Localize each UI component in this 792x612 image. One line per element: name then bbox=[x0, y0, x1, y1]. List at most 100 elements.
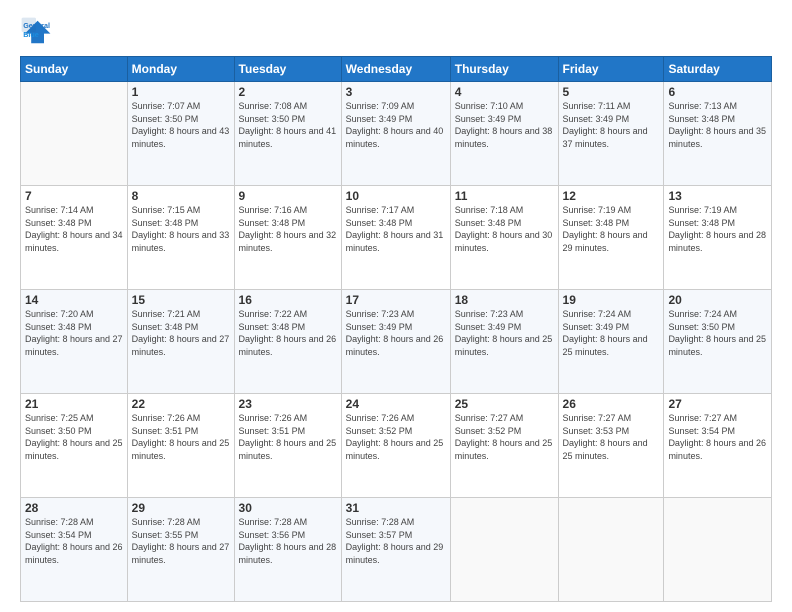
day-number: 21 bbox=[25, 397, 123, 411]
day-number: 8 bbox=[132, 189, 230, 203]
day-detail: Sunrise: 7:13 AMSunset: 3:48 PMDaylight:… bbox=[668, 101, 766, 149]
calendar-cell: 16 Sunrise: 7:22 AMSunset: 3:48 PMDayligh… bbox=[234, 290, 341, 394]
day-detail: Sunrise: 7:25 AMSunset: 3:50 PMDaylight:… bbox=[25, 413, 123, 461]
day-number: 29 bbox=[132, 501, 230, 515]
calendar-cell: 21 Sunrise: 7:25 AMSunset: 3:50 PMDayligh… bbox=[21, 394, 128, 498]
day-number: 7 bbox=[25, 189, 123, 203]
calendar-header-sunday: Sunday bbox=[21, 57, 128, 82]
day-number: 31 bbox=[346, 501, 446, 515]
calendar-cell: 6 Sunrise: 7:13 AMSunset: 3:48 PMDaylight… bbox=[664, 82, 772, 186]
day-detail: Sunrise: 7:28 AMSunset: 3:57 PMDaylight:… bbox=[346, 517, 444, 565]
svg-text:General: General bbox=[23, 21, 50, 30]
calendar-week-4: 21 Sunrise: 7:25 AMSunset: 3:50 PMDayligh… bbox=[21, 394, 772, 498]
day-number: 16 bbox=[239, 293, 337, 307]
day-detail: Sunrise: 7:23 AMSunset: 3:49 PMDaylight:… bbox=[346, 309, 444, 357]
svg-text:Blue: Blue bbox=[23, 30, 39, 39]
day-number: 23 bbox=[239, 397, 337, 411]
calendar-cell: 29 Sunrise: 7:28 AMSunset: 3:55 PMDayligh… bbox=[127, 498, 234, 602]
day-number: 19 bbox=[563, 293, 660, 307]
day-number: 1 bbox=[132, 85, 230, 99]
calendar-header-friday: Friday bbox=[558, 57, 664, 82]
day-detail: Sunrise: 7:26 AMSunset: 3:51 PMDaylight:… bbox=[132, 413, 230, 461]
calendar-cell: 18Sunrise: 7:23 AMSunset: 3:49 PMDayligh… bbox=[450, 290, 558, 394]
day-number: 14 bbox=[25, 293, 123, 307]
day-number: 13 bbox=[668, 189, 767, 203]
calendar-cell: 30 Sunrise: 7:28 AMSunset: 3:56 PMDayligh… bbox=[234, 498, 341, 602]
calendar-cell: 5Sunrise: 7:11 AMSunset: 3:49 PMDaylight… bbox=[558, 82, 664, 186]
calendar-header-thursday: Thursday bbox=[450, 57, 558, 82]
calendar-cell: 13 Sunrise: 7:19 AMSunset: 3:48 PMDayligh… bbox=[664, 186, 772, 290]
day-number: 9 bbox=[239, 189, 337, 203]
calendar-cell: 22 Sunrise: 7:26 AMSunset: 3:51 PMDayligh… bbox=[127, 394, 234, 498]
day-number: 5 bbox=[563, 85, 660, 99]
calendar-cell: 14 Sunrise: 7:20 AMSunset: 3:48 PMDayligh… bbox=[21, 290, 128, 394]
calendar-cell: 3 Sunrise: 7:09 AMSunset: 3:49 PMDaylight… bbox=[341, 82, 450, 186]
day-detail: Sunrise: 7:20 AMSunset: 3:48 PMDaylight:… bbox=[25, 309, 123, 357]
calendar-cell bbox=[21, 82, 128, 186]
day-number: 17 bbox=[346, 293, 446, 307]
day-number: 2 bbox=[239, 85, 337, 99]
calendar-cell: 31 Sunrise: 7:28 AMSunset: 3:57 PMDayligh… bbox=[341, 498, 450, 602]
day-number: 15 bbox=[132, 293, 230, 307]
calendar-cell: 15 Sunrise: 7:21 AMSunset: 3:48 PMDayligh… bbox=[127, 290, 234, 394]
day-detail: Sunrise: 7:10 AMSunset: 3:49 PMDaylight:… bbox=[455, 101, 553, 149]
calendar-cell bbox=[450, 498, 558, 602]
day-detail: Sunrise: 7:18 AMSunset: 3:48 PMDaylight:… bbox=[455, 205, 553, 253]
calendar-header-saturday: Saturday bbox=[664, 57, 772, 82]
day-detail: Sunrise: 7:26 AMSunset: 3:52 PMDaylight:… bbox=[346, 413, 444, 461]
calendar-week-2: 7 Sunrise: 7:14 AMSunset: 3:48 PMDaylight… bbox=[21, 186, 772, 290]
day-detail: Sunrise: 7:26 AMSunset: 3:51 PMDaylight:… bbox=[239, 413, 337, 461]
day-detail: Sunrise: 7:27 AMSunset: 3:53 PMDaylight:… bbox=[563, 413, 648, 461]
calendar-week-3: 14 Sunrise: 7:20 AMSunset: 3:48 PMDayligh… bbox=[21, 290, 772, 394]
day-number: 25 bbox=[455, 397, 554, 411]
day-detail: Sunrise: 7:15 AMSunset: 3:48 PMDaylight:… bbox=[132, 205, 230, 253]
calendar-cell: 10 Sunrise: 7:17 AMSunset: 3:48 PMDayligh… bbox=[341, 186, 450, 290]
calendar-cell: 7 Sunrise: 7:14 AMSunset: 3:48 PMDaylight… bbox=[21, 186, 128, 290]
day-number: 6 bbox=[668, 85, 767, 99]
day-number: 3 bbox=[346, 85, 446, 99]
day-detail: Sunrise: 7:24 AMSunset: 3:50 PMDaylight:… bbox=[668, 309, 766, 357]
calendar-cell: 12Sunrise: 7:19 AMSunset: 3:48 PMDayligh… bbox=[558, 186, 664, 290]
day-detail: Sunrise: 7:14 AMSunset: 3:48 PMDaylight:… bbox=[25, 205, 123, 253]
day-detail: Sunrise: 7:22 AMSunset: 3:48 PMDaylight:… bbox=[239, 309, 337, 357]
calendar-cell: 28 Sunrise: 7:28 AMSunset: 3:54 PMDayligh… bbox=[21, 498, 128, 602]
day-number: 27 bbox=[668, 397, 767, 411]
day-detail: Sunrise: 7:21 AMSunset: 3:48 PMDaylight:… bbox=[132, 309, 230, 357]
header: General Blue bbox=[20, 16, 772, 48]
calendar-cell bbox=[664, 498, 772, 602]
logo-icon: General Blue bbox=[20, 16, 52, 48]
day-number: 18 bbox=[455, 293, 554, 307]
day-number: 20 bbox=[668, 293, 767, 307]
day-detail: Sunrise: 7:24 AMSunset: 3:49 PMDaylight:… bbox=[563, 309, 648, 357]
calendar-week-1: 1Sunrise: 7:07 AMSunset: 3:50 PMDaylight… bbox=[21, 82, 772, 186]
day-number: 12 bbox=[563, 189, 660, 203]
calendar-cell: 17 Sunrise: 7:23 AMSunset: 3:49 PMDayligh… bbox=[341, 290, 450, 394]
day-number: 28 bbox=[25, 501, 123, 515]
calendar-cell: 20 Sunrise: 7:24 AMSunset: 3:50 PMDayligh… bbox=[664, 290, 772, 394]
day-number: 22 bbox=[132, 397, 230, 411]
day-number: 26 bbox=[563, 397, 660, 411]
day-detail: Sunrise: 7:17 AMSunset: 3:48 PMDaylight:… bbox=[346, 205, 444, 253]
day-number: 11 bbox=[455, 189, 554, 203]
day-detail: Sunrise: 7:16 AMSunset: 3:48 PMDaylight:… bbox=[239, 205, 337, 253]
calendar-header-row: SundayMondayTuesdayWednesdayThursdayFrid… bbox=[21, 57, 772, 82]
day-number: 24 bbox=[346, 397, 446, 411]
calendar-cell: 8 Sunrise: 7:15 AMSunset: 3:48 PMDaylight… bbox=[127, 186, 234, 290]
calendar-cell: 27Sunrise: 7:27 AMSunset: 3:54 PMDayligh… bbox=[664, 394, 772, 498]
calendar-week-5: 28 Sunrise: 7:28 AMSunset: 3:54 PMDayligh… bbox=[21, 498, 772, 602]
day-detail: Sunrise: 7:19 AMSunset: 3:48 PMDaylight:… bbox=[668, 205, 766, 253]
day-detail: Sunrise: 7:28 AMSunset: 3:54 PMDaylight:… bbox=[25, 517, 123, 565]
day-detail: Sunrise: 7:28 AMSunset: 3:56 PMDaylight:… bbox=[239, 517, 337, 565]
day-number: 10 bbox=[346, 189, 446, 203]
calendar-cell: 19 Sunrise: 7:24 AMSunset: 3:49 PMDayligh… bbox=[558, 290, 664, 394]
calendar-cell: 9 Sunrise: 7:16 AMSunset: 3:48 PMDaylight… bbox=[234, 186, 341, 290]
calendar-cell: 25Sunrise: 7:27 AMSunset: 3:52 PMDayligh… bbox=[450, 394, 558, 498]
calendar-header-tuesday: Tuesday bbox=[234, 57, 341, 82]
calendar-cell: 2Sunrise: 7:08 AMSunset: 3:50 PMDaylight… bbox=[234, 82, 341, 186]
day-detail: Sunrise: 7:09 AMSunset: 3:49 PMDaylight:… bbox=[346, 101, 444, 149]
day-number: 4 bbox=[455, 85, 554, 99]
day-number: 30 bbox=[239, 501, 337, 515]
logo: General Blue bbox=[20, 16, 52, 48]
day-detail: Sunrise: 7:28 AMSunset: 3:55 PMDaylight:… bbox=[132, 517, 230, 565]
calendar-header-monday: Monday bbox=[127, 57, 234, 82]
